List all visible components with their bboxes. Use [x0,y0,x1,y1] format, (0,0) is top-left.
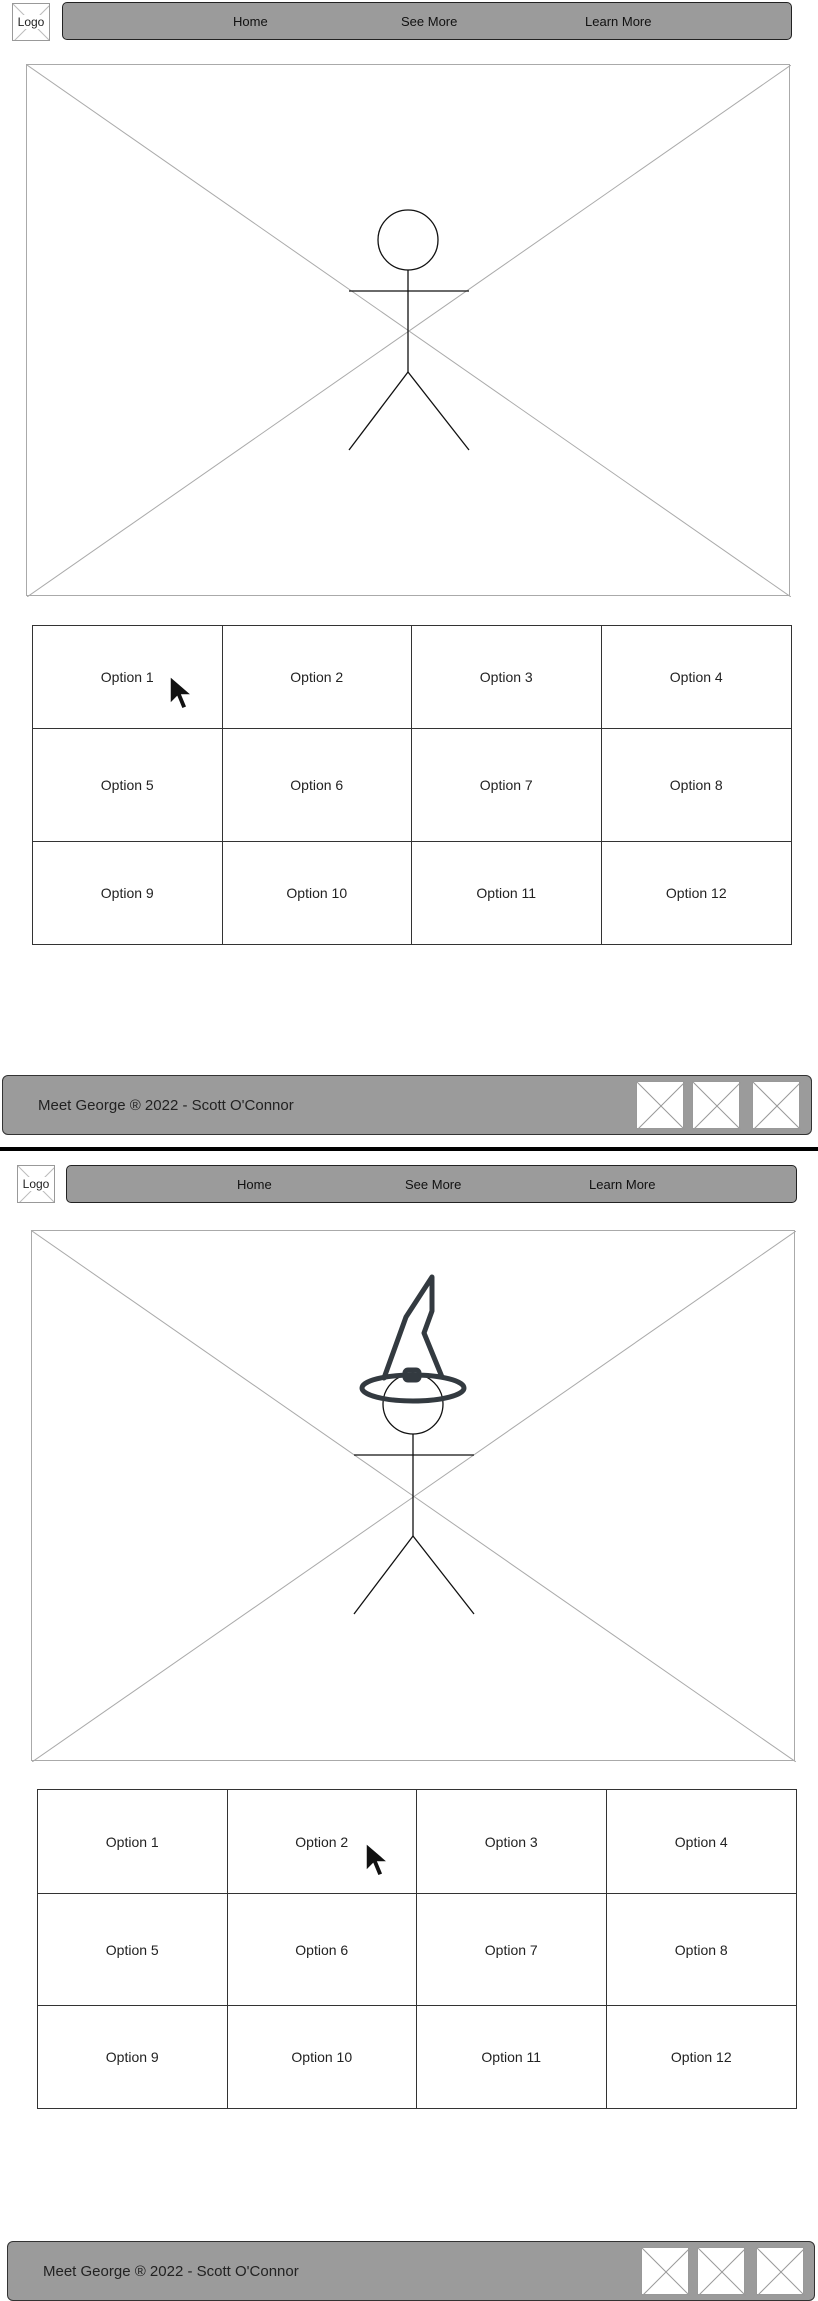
social-link-1[interactable] [636,1081,685,1130]
option-2[interactable]: Option 2 [222,626,412,729]
option-3[interactable]: Option 3 [412,626,602,729]
social-link-2[interactable] [697,2247,746,2296]
image-placeholder-icon [698,2248,746,2296]
option-4[interactable]: Option 4 [606,1790,796,1894]
option-8[interactable]: Option 8 [606,1894,796,2006]
option-10[interactable]: Option 10 [223,842,412,944]
option-10[interactable]: Option 10 [228,2006,417,2108]
logo[interactable]: Logo [12,3,50,41]
image-placeholder-icon [757,2248,805,2296]
footer-text: Meet George ® 2022 - Scott O'Connor [43,2262,299,2280]
option-1[interactable]: Option 1 [38,1790,228,1894]
option-4[interactable]: Option 4 [601,626,791,729]
option-11[interactable]: Option 11 [417,2006,607,2108]
image-placeholder-icon [693,1082,741,1130]
option-6[interactable]: Option 6 [227,1894,417,2006]
options-grid: Option 1 Option 2 Option 3 Option 4 Opti… [37,1789,797,2109]
nav-bar: Home See More Learn More [66,1165,797,1203]
option-12[interactable]: Option 12 [607,2006,797,2108]
hero-image [31,1230,796,1762]
option-11[interactable]: Option 11 [412,842,602,944]
option-8[interactable]: Option 8 [601,729,791,842]
hero-image [26,64,791,597]
logo[interactable]: Logo [17,1165,55,1203]
frame-2: Logo Home See More Learn More Option 1 O… [0,1151,818,2301]
frame-1: Logo Home See More Learn More Option 1 O… [0,0,818,1147]
option-9[interactable]: Option 9 [38,2006,228,2108]
option-3[interactable]: Option 3 [417,1790,607,1894]
witch-hat-icon [359,1274,467,1404]
social-link-1[interactable] [641,2247,690,2296]
stick-figure-icon [348,209,470,451]
nav-bar: Home See More Learn More [62,2,792,40]
nav-home[interactable]: Home [233,3,268,39]
option-7[interactable]: Option 7 [412,729,602,842]
social-link-3[interactable] [752,1081,801,1130]
option-6[interactable]: Option 6 [222,729,412,842]
footer: Meet George ® 2022 - Scott O'Connor [7,2241,815,2301]
image-placeholder-icon [753,1082,801,1130]
nav-learn-more[interactable]: Learn More [589,1166,655,1202]
logo-label: Logo [21,1177,51,1191]
logo-label: Logo [16,15,46,29]
option-12[interactable]: Option 12 [602,842,792,944]
option-5[interactable]: Option 5 [33,729,223,842]
image-placeholder-icon [642,2248,690,2296]
mouse-pointer-icon [169,674,195,710]
nav-see-more[interactable]: See More [401,3,457,39]
footer: Meet George ® 2022 - Scott O'Connor [2,1075,812,1135]
nav-see-more[interactable]: See More [405,1166,461,1202]
footer-text: Meet George ® 2022 - Scott O'Connor [38,1096,294,1114]
option-9[interactable]: Option 9 [33,842,223,944]
options-grid: Option 1 Option 2 Option 3 Option 4 Opti… [32,625,792,945]
social-link-3[interactable] [756,2247,805,2296]
option-7[interactable]: Option 7 [417,1894,607,2006]
nav-home[interactable]: Home [237,1166,272,1202]
mouse-pointer-icon [365,1841,391,1877]
option-5[interactable]: Option 5 [38,1894,228,2006]
image-placeholder-icon [637,1082,685,1130]
social-link-2[interactable] [692,1081,741,1130]
nav-learn-more[interactable]: Learn More [585,3,651,39]
